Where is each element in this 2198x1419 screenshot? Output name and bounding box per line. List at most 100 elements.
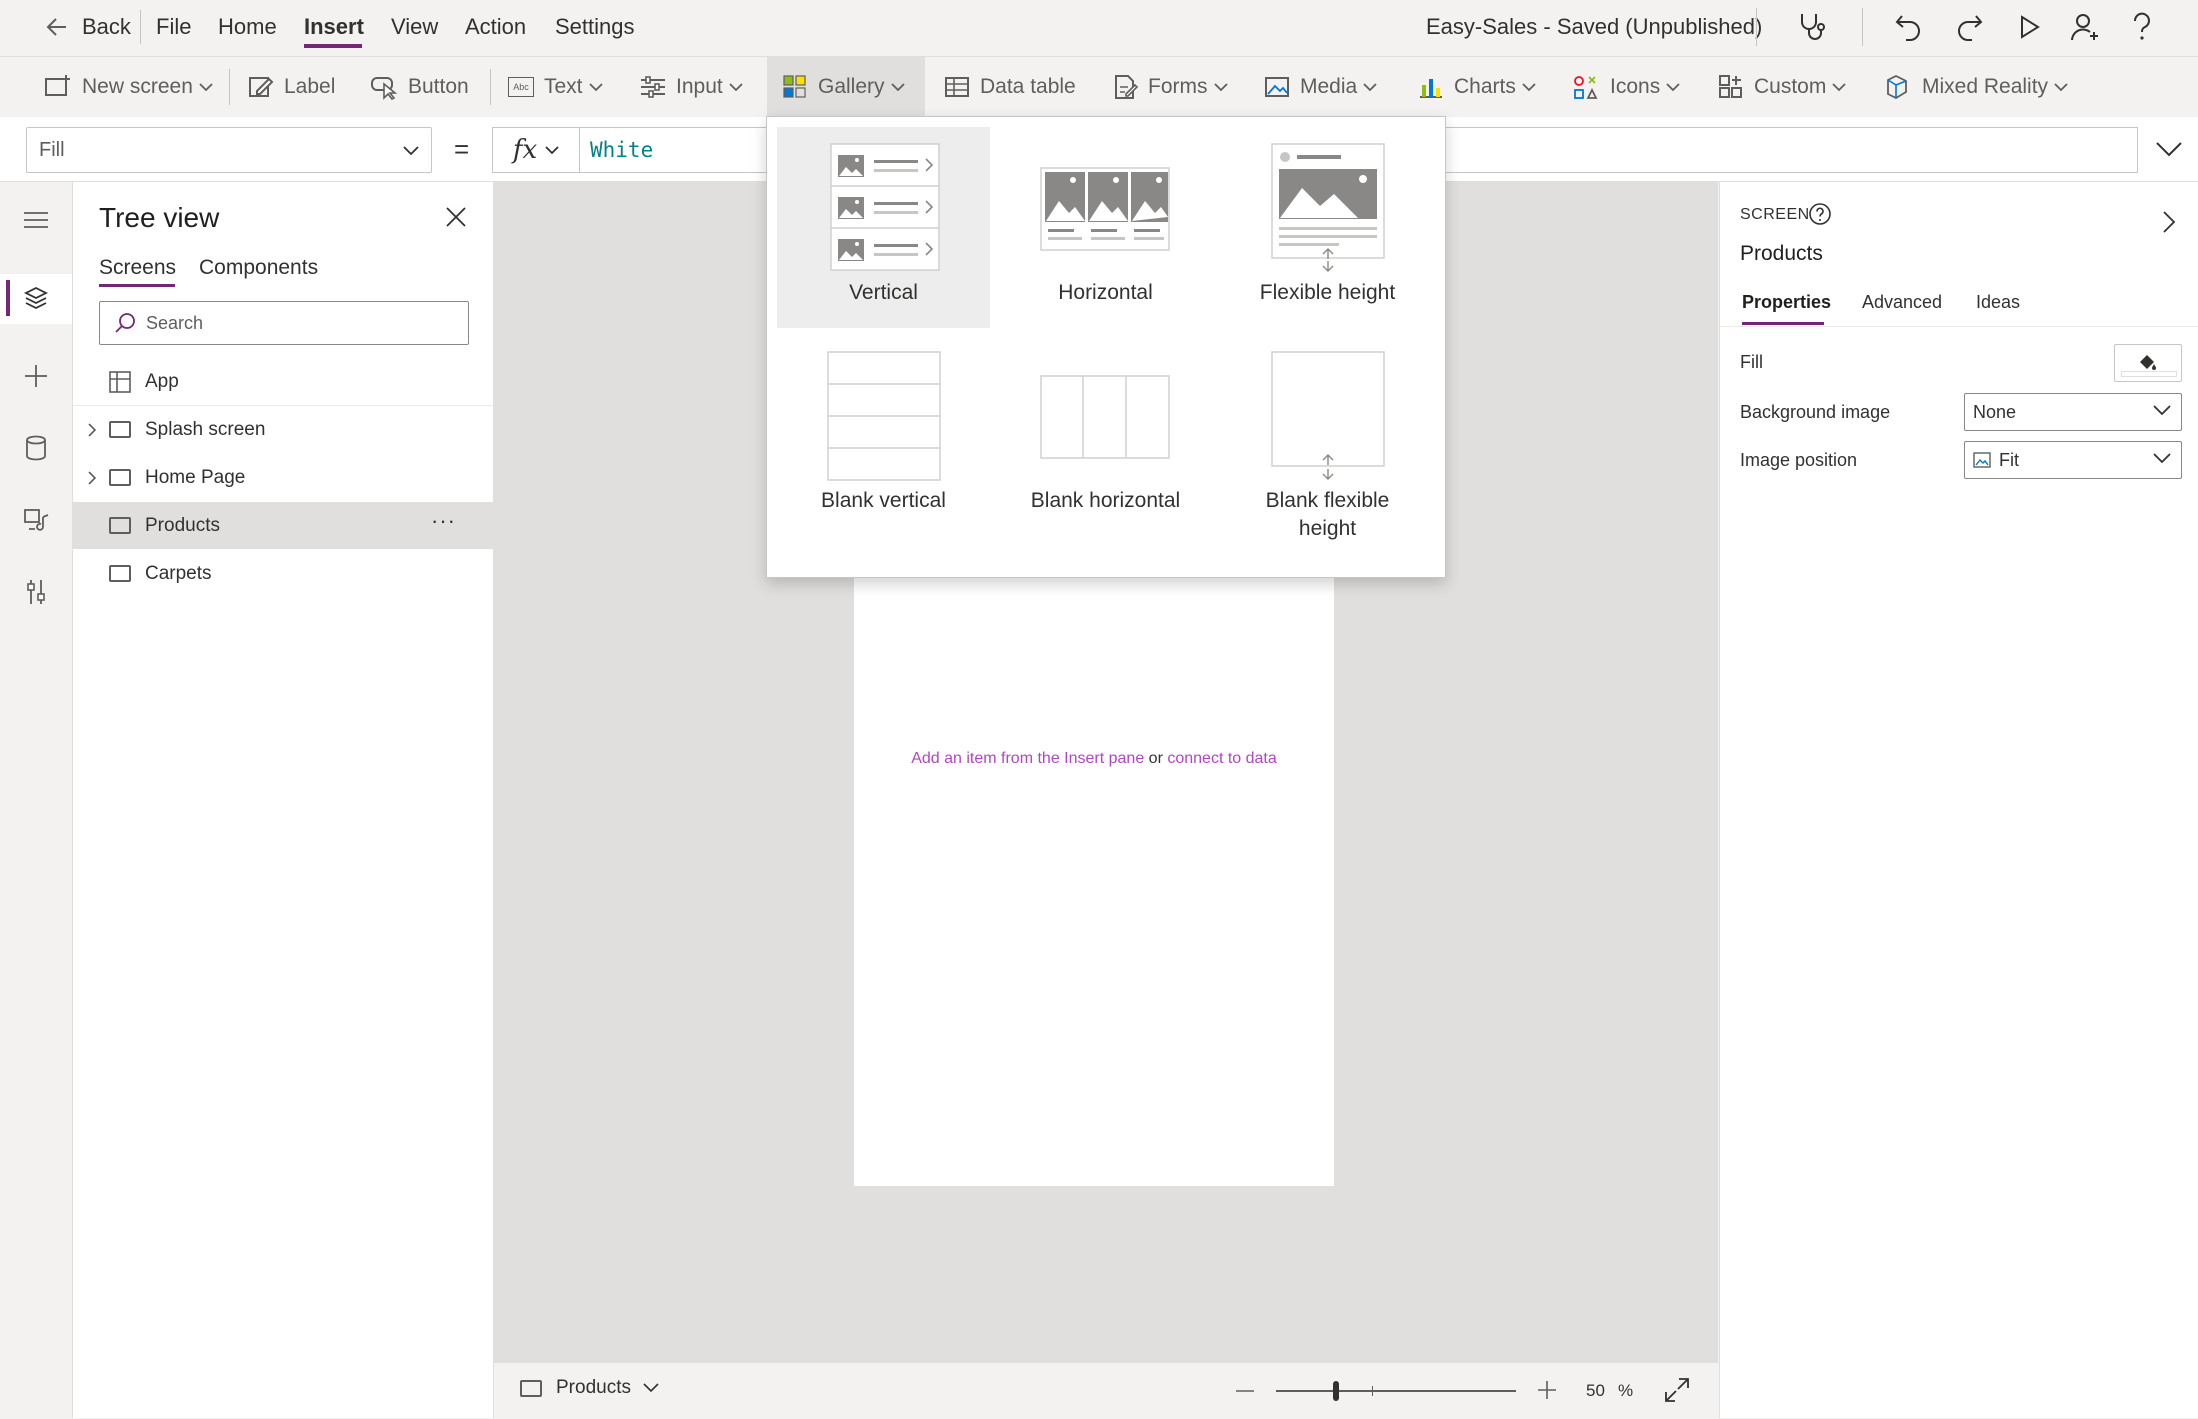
help-circle-icon[interactable]: [1808, 202, 1832, 226]
data-cylinder-icon[interactable]: [20, 432, 52, 464]
fill-color-picker[interactable]: [2114, 344, 2182, 382]
gallery-option-blank-vertical[interactable]: Blank vertical: [777, 335, 990, 536]
gallery-button[interactable]: Gallery: [767, 57, 925, 117]
tree-view-layers-icon[interactable]: [20, 282, 52, 314]
chevron-down-icon: [199, 82, 223, 92]
zoom-slider-thumb[interactable]: [1333, 1381, 1339, 1401]
background-image-value: None: [1973, 401, 2017, 422]
tree-item-app[interactable]: App: [73, 358, 493, 405]
chevron-down-icon: [403, 146, 419, 156]
label-pencil-icon: [248, 74, 284, 100]
forms-button[interactable]: Forms: [1112, 57, 1238, 117]
undo-icon[interactable]: [1894, 12, 1924, 42]
search-icon: [114, 312, 136, 334]
property-dropdown[interactable]: Fill: [26, 127, 432, 173]
data-table-button[interactable]: Data table: [944, 57, 1076, 117]
menu-insert[interactable]: Insert: [304, 14, 364, 40]
tree-item-splash-screen[interactable]: Splash screen: [73, 406, 493, 453]
icons-button[interactable]: Icons: [1572, 57, 1690, 117]
chevron-down-icon: [643, 1383, 659, 1393]
canvas-bottom-bar: Products 50 %: [494, 1362, 1718, 1419]
chevron-right-icon[interactable]: [87, 470, 99, 485]
equals-sign: =: [454, 134, 470, 164]
app-checker-stethoscope-icon[interactable]: [1796, 12, 1828, 42]
control-type-label: SCREEN: [1740, 206, 1810, 223]
background-image-dropdown[interactable]: None: [1964, 393, 2182, 431]
screen-selector[interactable]: Products: [520, 1377, 659, 1399]
tab-advanced[interactable]: Advanced: [1862, 292, 1942, 313]
formula-value: White: [590, 138, 654, 162]
new-screen-label: New screen: [82, 75, 193, 98]
text-button[interactable]: Abc Text: [508, 57, 613, 117]
expand-formula-chevron-icon[interactable]: [2156, 141, 2182, 157]
gallery-option-vertical[interactable]: Vertical: [777, 127, 990, 328]
zoom-out-icon[interactable]: [1236, 1389, 1254, 1393]
property-value: Fill: [39, 139, 65, 161]
help-icon[interactable]: [2130, 12, 2154, 42]
image-position-dropdown[interactable]: Fit: [1964, 441, 2182, 479]
insert-plus-icon[interactable]: [20, 360, 52, 392]
tree-item-home-page[interactable]: Home Page: [73, 454, 493, 501]
chevron-right-icon[interactable]: [87, 422, 99, 437]
share-user-icon[interactable]: [2070, 12, 2102, 42]
insert-pane-link[interactable]: Add an item from the Insert pane: [911, 750, 1144, 767]
fit-to-window-expand-icon[interactable]: [1664, 1377, 1690, 1403]
image-position-label: Image position: [1740, 450, 1858, 470]
more-options-icon[interactable]: ···: [431, 508, 456, 534]
button-button[interactable]: Button: [370, 57, 469, 117]
chevron-down-icon: [1832, 82, 1856, 92]
icons-label: Icons: [1610, 75, 1661, 98]
menu-view[interactable]: View: [391, 14, 438, 40]
gallery-option-blank-horizontal[interactable]: Blank horizontal: [999, 335, 1212, 536]
back-arrow-icon: [44, 14, 70, 40]
zoom-slider[interactable]: [1276, 1381, 1516, 1401]
divider: [1756, 8, 1757, 46]
top-menu-bar: Back File Home Insert View Action Settin…: [0, 0, 2198, 56]
menu-file[interactable]: File: [156, 14, 191, 40]
media-label: Media: [1300, 75, 1358, 98]
media-library-icon[interactable]: [20, 504, 52, 536]
input-button[interactable]: Input: [640, 57, 753, 117]
hamburger-menu-icon[interactable]: [20, 204, 52, 236]
zoom-slider-tick: [1372, 1386, 1373, 1396]
gallery-option-horizontal[interactable]: Horizontal: [999, 127, 1212, 328]
gallery-label: Gallery: [818, 75, 885, 98]
active-rail-indicator: [6, 280, 10, 316]
bar-chart-icon: [1418, 75, 1454, 99]
media-button[interactable]: Media: [1264, 57, 1387, 117]
zoom-in-icon[interactable]: [1538, 1381, 1556, 1399]
horizontal-gallery-thumbnail-icon: [1040, 167, 1170, 251]
new-screen-button[interactable]: New screen: [44, 57, 223, 117]
redo-icon[interactable]: [1954, 12, 1984, 42]
chevron-down-icon: [545, 145, 559, 155]
tree-item-products[interactable]: Products ···: [73, 502, 493, 549]
table-icon: [944, 75, 980, 99]
chevron-down-icon: [2153, 404, 2171, 416]
tree-search-input[interactable]: Search: [99, 301, 469, 345]
advanced-tools-icon[interactable]: [20, 576, 52, 608]
tab-properties[interactable]: Properties: [1742, 292, 1831, 313]
divider: [1720, 326, 2198, 327]
connect-to-data-link[interactable]: connect to data: [1167, 750, 1276, 767]
collapse-panel-chevron-icon[interactable]: [2162, 210, 2176, 234]
menu-settings[interactable]: Settings: [555, 14, 635, 40]
tab-screens[interactable]: Screens: [99, 256, 176, 280]
tree-item-carpets[interactable]: Carpets: [73, 550, 493, 597]
mixed-reality-button[interactable]: Mixed Reality: [1884, 57, 2078, 117]
close-icon[interactable]: [445, 206, 467, 228]
fx-function-button[interactable]: fx: [492, 127, 580, 173]
play-preview-icon[interactable]: [2014, 12, 2044, 42]
menu-action[interactable]: Action: [465, 14, 526, 40]
charts-button[interactable]: Charts: [1418, 57, 1546, 117]
properties-panel: SCREEN Products Properties Advanced Idea…: [1719, 182, 2198, 1418]
divider: [140, 10, 141, 44]
gallery-option-blank-flexible-height[interactable]: Blank flexible height: [1221, 335, 1434, 571]
gallery-option-flexible-height[interactable]: Flexible height: [1221, 127, 1434, 328]
tab-components[interactable]: Components: [199, 256, 318, 280]
tab-ideas[interactable]: Ideas: [1976, 292, 2020, 313]
back-button[interactable]: Back: [44, 14, 131, 40]
media-image-icon: [1264, 75, 1300, 99]
menu-home[interactable]: Home: [218, 14, 277, 40]
label-button[interactable]: Label: [248, 57, 335, 117]
custom-button[interactable]: Custom: [1718, 57, 1856, 117]
